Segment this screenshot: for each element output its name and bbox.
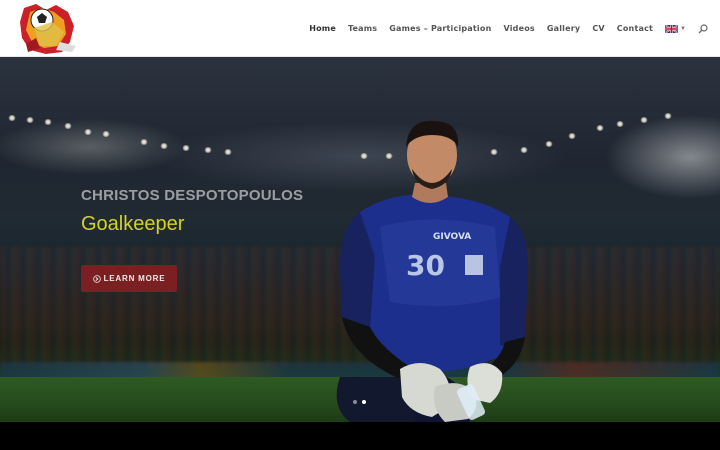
nav-contact[interactable]: Contact	[611, 24, 659, 33]
hero-slider: 30 GIVOVA CHRISTOS DESPOTOPOULOS Goalkee…	[0, 57, 720, 422]
nav-cv[interactable]: CV	[586, 24, 610, 33]
search-icon[interactable]	[698, 23, 708, 34]
chevron-down-icon: ▼	[680, 25, 686, 32]
learn-more-label: LEARN MORE	[103, 274, 166, 283]
slider-dots	[353, 400, 366, 404]
uk-flag-icon	[665, 24, 679, 33]
arrow-circle-icon	[92, 274, 101, 283]
site-header: Home Teams Games – Participation Videos …	[0, 0, 720, 57]
jersey-brand: GIVOVA	[433, 232, 471, 242]
nav-gallery[interactable]: Gallery	[541, 24, 586, 33]
site-logo[interactable]	[16, 2, 78, 56]
goalkeeper-photo: 30 GIVOVA	[336, 120, 529, 422]
slider-dot-2[interactable]	[362, 400, 366, 404]
main-nav: Home Teams Games – Participation Videos …	[303, 0, 708, 57]
nav-games-participation[interactable]: Games – Participation	[383, 24, 497, 33]
hero-title: Goalkeeper	[81, 213, 185, 235]
nav-videos[interactable]: Videos	[497, 24, 540, 33]
nav-teams[interactable]: Teams	[342, 24, 383, 33]
hero-subtitle: CHRISTOS DESPOTOPOULOS	[81, 187, 304, 204]
slider-dot-1[interactable]	[353, 400, 357, 404]
learn-more-button[interactable]: LEARN MORE	[81, 265, 177, 292]
footer-band	[0, 422, 720, 450]
nav-home[interactable]: Home	[303, 24, 342, 33]
jersey-number: 30	[406, 249, 445, 282]
language-switcher[interactable]: ▼	[659, 24, 694, 33]
